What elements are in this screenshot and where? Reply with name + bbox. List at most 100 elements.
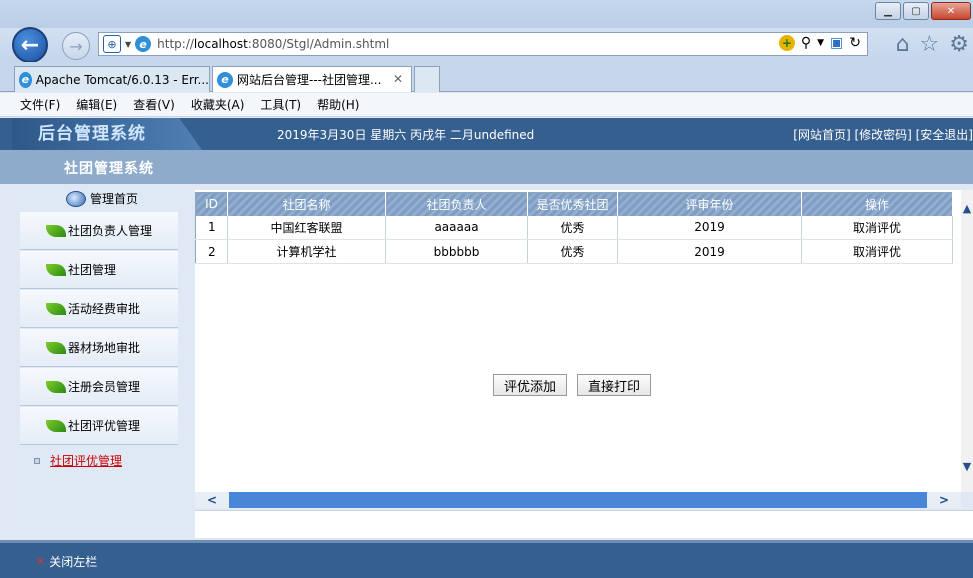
address-tools: + ⚲ ▼ ▣ ↻ [778,35,861,51]
search-icon[interactable]: ⚲ [801,35,811,51]
cell-leader: aaaaaa [385,215,528,240]
content-footer [195,510,973,538]
page-header: 后台管理系统 2019年3月30日 星期六 丙戌年 二月undefined [网… [0,118,973,150]
cell-id: 1 [195,215,228,240]
horizontal-scrollbar[interactable]: < > [195,492,961,508]
close-window-icon[interactable]: ✕ [931,2,971,20]
close-sidebar-button[interactable]: ✕ 关闭左栏 [36,553,97,570]
new-tab-button[interactable] [414,66,440,92]
system-title: 社团管理系统 [64,161,154,177]
leaf-icon [46,263,66,276]
sidebar-item-leader[interactable]: 社团负责人管理 [20,212,178,250]
table-row: 2 计算机学社 bbbbbb 优秀 2019 取消评优 [195,239,953,264]
column-header-action: 操作 [801,192,953,216]
compatibility-icon[interactable]: + [778,35,795,51]
maximize-icon[interactable]: ▢ [903,2,929,20]
shield-icon[interactable]: ⊕ [103,35,121,53]
compat-view-icon[interactable]: ▣ [830,35,843,51]
globe-icon [66,190,86,207]
column-header-leader: 社团负责人 [385,192,528,216]
scroll-right-icon[interactable]: > [927,492,961,508]
close-sidebar-label: 关闭左栏 [49,555,98,569]
back-arrow-icon[interactable]: ← [12,27,48,63]
column-header-excellent: 是否优秀社团 [527,192,618,216]
sidebar-item-label: 活动经费审批 [68,302,141,316]
address-bar[interactable]: ⊕ ▼ e http://localhost:8080/Stgl/Admin.s… [98,32,868,56]
table-row: 1 中国红客联盟 aaaaaa 优秀 2019 取消评优 [195,215,953,240]
column-header-year: 评审年份 [617,192,802,216]
leaf-icon [46,224,66,237]
column-header-club-name: 社团名称 [227,192,386,216]
menu-favorites[interactable]: 收藏夹(A) [191,96,245,113]
subheader: 社团管理系统 [0,150,973,184]
leaf-icon [46,419,66,432]
admin-home-label: 管理首页 [90,192,139,206]
action-buttons: 评优添加 直接打印 [493,374,652,396]
tab-label: Apache Tomcat/6.0.13 - Err... [35,72,209,87]
site-logo: 后台管理系统 [12,118,202,150]
admin-home-link[interactable]: 管理首页 [66,190,138,207]
menu-edit[interactable]: 编辑(E) [76,96,117,113]
sidebar-item-label: 社团管理 [68,263,117,277]
cell-club-name: 中国红客联盟 [227,215,386,240]
sidebar-item-equipment[interactable]: 器材场地审批 [20,329,178,367]
print-button[interactable]: 直接打印 [577,374,652,396]
menu-file[interactable]: 文件(F) [20,96,60,113]
gear-icon[interactable]: ⚙ [949,32,969,57]
cancel-evaluation-link[interactable]: 取消评优 [801,239,953,264]
sidebar-item-label: 社团评优管理 [68,419,141,433]
close-tab-icon[interactable]: ✕ [393,72,403,86]
sidebar-menu: 社团负责人管理 社团管理 活动经费审批 器材场地审批 注册会员管理 社团评优管理 [20,212,178,446]
window-controls: ▁ ▢ ✕ [875,2,971,20]
star-icon[interactable]: ☆ [920,32,940,57]
menu-help[interactable]: 帮助(H) [317,96,359,113]
cell-leader: bbbbbb [385,239,528,264]
chevron-down-icon[interactable]: ▼ [817,38,824,48]
cell-excellent: 优秀 [527,239,618,264]
menu-view[interactable]: 查看(V) [133,96,175,113]
url-text[interactable]: http://localhost:8080/Stgl/Admin.shtml [157,37,389,51]
tab-tomcat[interactable]: e Apache Tomcat/6.0.13 - Err... [14,66,210,92]
chevron-down-icon[interactable]: ▼ [125,40,131,49]
sidebar-item-label: 社团负责人管理 [68,224,153,238]
browser-tools: ⌂ ☆ ⚙ [896,32,969,57]
tab-label: 网站后台管理---社团管理... [237,73,382,87]
window-titlebar: ▁ ▢ ✕ [0,0,973,28]
home-icon[interactable]: ⌂ [896,32,910,57]
leaf-icon [46,302,66,315]
main-content: ID 社团名称 社团负责人 是否优秀社团 评审年份 操作 1 中国红客联盟 aa… [195,190,961,492]
close-icon: ✕ [36,555,46,568]
scroll-down-icon[interactable]: ▼ [961,460,973,473]
cell-year: 2019 [617,215,802,240]
date-display: 2019年3月30日 星期六 丙戌年 二月undefined [277,128,535,142]
navigation-bar: ← → ⊕ ▼ e http://localhost:8080/Stgl/Adm… [0,27,973,63]
header-links[interactable]: [网站首页] [修改密码] [安全退出] [793,126,973,143]
scroll-left-icon[interactable]: < [195,492,229,508]
forward-arrow-icon[interactable]: → [62,32,90,60]
sidebar-item-club[interactable]: 社团管理 [20,251,178,289]
cell-year: 2019 [617,239,802,264]
bullet-icon [34,457,40,464]
table-header-row: ID 社团名称 社团负责人 是否优秀社团 评审年份 操作 [195,192,953,216]
scroll-up-icon[interactable]: ▲ [961,202,973,215]
ie-page-icon: e [19,71,32,88]
refresh-icon[interactable]: ↻ [849,35,861,51]
sidebar: 管理首页 社团负责人管理 社团管理 活动经费审批 器材场地审批 注册会员管理 社… [20,184,188,538]
menu-bar: 文件(F) 编辑(E) 查看(V) 收藏夹(A) 工具(T) 帮助(H) [0,93,973,117]
tab-admin[interactable]: e 网站后台管理---社团管理... ✕ [212,66,412,92]
minimize-icon[interactable]: ▁ [875,2,901,20]
sidebar-sub-link-label: 社团评优管理 [50,454,123,468]
add-evaluation-button[interactable]: 评优添加 [493,374,568,396]
ie-page-icon: e [217,71,233,88]
column-header-id: ID [195,192,228,216]
sidebar-item-members[interactable]: 注册会员管理 [20,368,178,406]
ie-page-icon: e [135,36,152,52]
sidebar-item-label: 注册会员管理 [68,380,141,394]
sidebar-sub-link-evaluation[interactable]: 社团评优管理 [34,452,122,469]
sidebar-item-funding[interactable]: 活动经费审批 [20,290,178,328]
cancel-evaluation-link[interactable]: 取消评优 [801,215,953,240]
sidebar-item-evaluation[interactable]: 社团评优管理 [20,407,178,445]
evaluation-table: ID 社团名称 社团负责人 是否优秀社团 评审年份 操作 1 中国红客联盟 aa… [195,192,953,264]
vertical-scrollbar[interactable]: ▲ ▼ [961,190,973,492]
menu-tools[interactable]: 工具(T) [260,96,301,113]
